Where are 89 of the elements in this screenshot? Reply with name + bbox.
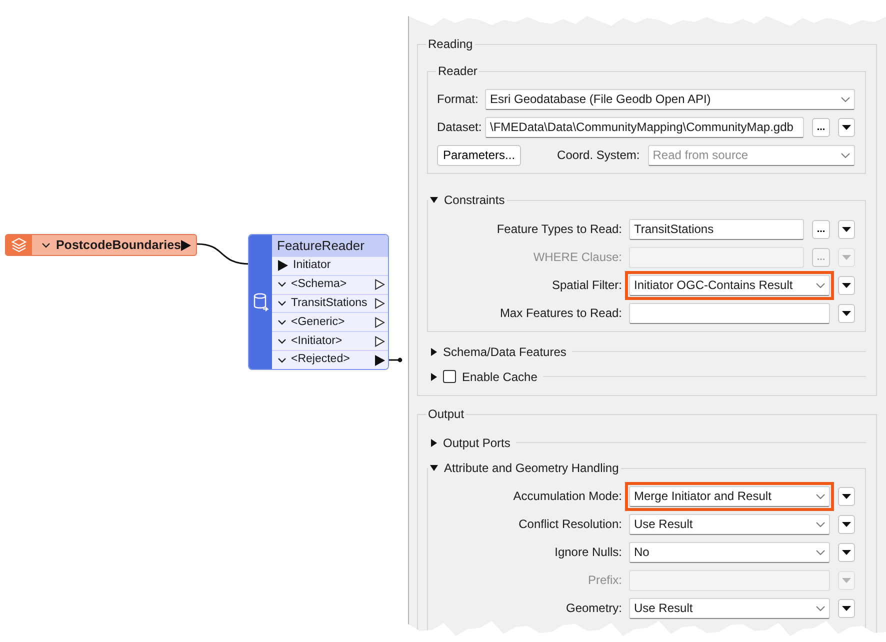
input-field[interactable]: \FMEData\Data\CommunityMapping\CommunityMap.gdb [485,116,804,138]
field-label: Dataset: [437,119,482,136]
menu-button[interactable] [838,304,855,322]
menu-button[interactable] [838,220,855,238]
layers-icon [10,237,27,253]
group-title: Reader [438,63,478,79]
chevron-icon [841,152,850,158]
caret-icon [842,254,851,260]
chevron-icon[interactable] [278,301,286,306]
section-title[interactable]: Attribute and Geometry Handling [444,460,619,476]
port-icon[interactable] [375,354,385,366]
field-label: Accumulation Mode: [512,488,622,505]
port-label: TransitStations [291,296,368,311]
node-title: FeatureReader [272,235,388,256]
menu-button[interactable] [838,598,855,618]
dropdown[interactable]: Esri Geodatabase (File Geodb Open API) [485,88,855,110]
field-label: Conflict Resolution: [518,516,622,533]
triangle-right-icon[interactable] [431,372,437,380]
menu-button[interactable] [838,486,855,506]
port-icon[interactable] [375,316,385,328]
port-label: <Schema> [291,277,348,292]
section-title[interactable]: Schema/Data Features [443,342,566,360]
dropdown[interactable]: Use Result [629,514,830,534]
field-label: Prefix: [586,572,622,589]
port-icon[interactable] [375,298,385,310]
chevron-icon[interactable] [42,242,50,248]
dropdown[interactable]: No [629,542,830,562]
chevron-icon[interactable] [278,338,286,344]
browse-button[interactable]: ... [812,220,830,238]
group-title: Reading [428,36,473,52]
triangle-down-icon[interactable] [430,197,438,203]
triangle-right-icon[interactable] [431,348,437,356]
field-label: Coord. System: [557,147,640,164]
caret-icon [842,310,851,316]
group-title: Output [428,406,464,422]
triangle-right-icon[interactable] [431,438,437,446]
triangle-down-icon[interactable] [430,465,438,471]
input-field[interactable]: TransitStations [629,218,804,240]
caret-icon [842,606,851,610]
port-label: <Rejected> [291,352,351,368]
section-title[interactable]: Output Ports [443,434,510,452]
chevron-icon[interactable] [278,320,286,325]
reader-node[interactable]: PostcodeBoundaries [5,234,197,256]
chevron-icon [816,606,825,610]
dropdown[interactable]: Use Result [629,598,830,618]
browse-button[interactable]: ... [812,118,830,136]
dropdown[interactable]: Initiator OGC-Contains Result [629,274,830,296]
field-label: Feature Types to Read: [496,221,622,238]
caret-icon [842,494,851,498]
transformer-node[interactable]: FeatureReader Initiator <Schema> TransitStations <Generic> <Initiator> <Rejected> [248,234,389,370]
menu-button[interactable] [838,514,855,534]
caret-icon [842,282,851,288]
section-title[interactable]: Constraints [444,192,505,208]
caret-icon [842,578,851,582]
field-label: Format: [437,91,480,108]
database-icon [252,292,268,312]
port-label: Initiator [293,258,332,274]
chevron-icon [816,522,825,526]
caret-icon [842,550,851,554]
field-label: Max Features to Read: [498,305,622,322]
menu-button[interactable] [838,542,855,562]
section-title[interactable]: Enable Cache [462,368,538,386]
field-label: Spatial Filter: [550,277,622,294]
menu-button[interactable] [838,118,855,136]
port-icon[interactable] [375,279,385,290]
parameters-button[interactable]: Parameters... [437,144,522,166]
menu-button[interactable] [838,276,855,294]
connector-line [388,358,402,362]
port-icon[interactable] [375,336,385,347]
caret-icon [842,226,851,232]
input-field[interactable] [629,302,830,324]
field-label: Ignore Nulls: [554,544,622,561]
chevron-icon [816,282,825,288]
chevron-icon[interactable] [278,282,286,288]
node-name: PostcodeBoundaries [56,236,181,254]
port-icon[interactable] [278,260,288,272]
field-label: Geometry: [564,600,622,617]
chevron-icon [841,96,850,102]
chevron-icon [816,494,825,498]
caret-icon [842,522,851,526]
chevron-icon [816,550,825,554]
port-icon[interactable] [181,240,191,250]
chevron-icon[interactable] [278,358,286,363]
field-label: WHERE Clause: [532,249,622,266]
port-label: <Initiator> [291,334,344,349]
checkbox[interactable] [443,370,456,383]
caret-icon [842,124,851,130]
port-label: <Generic> [291,314,346,330]
dropdown[interactable]: Merge Initiator and Result [629,486,830,506]
